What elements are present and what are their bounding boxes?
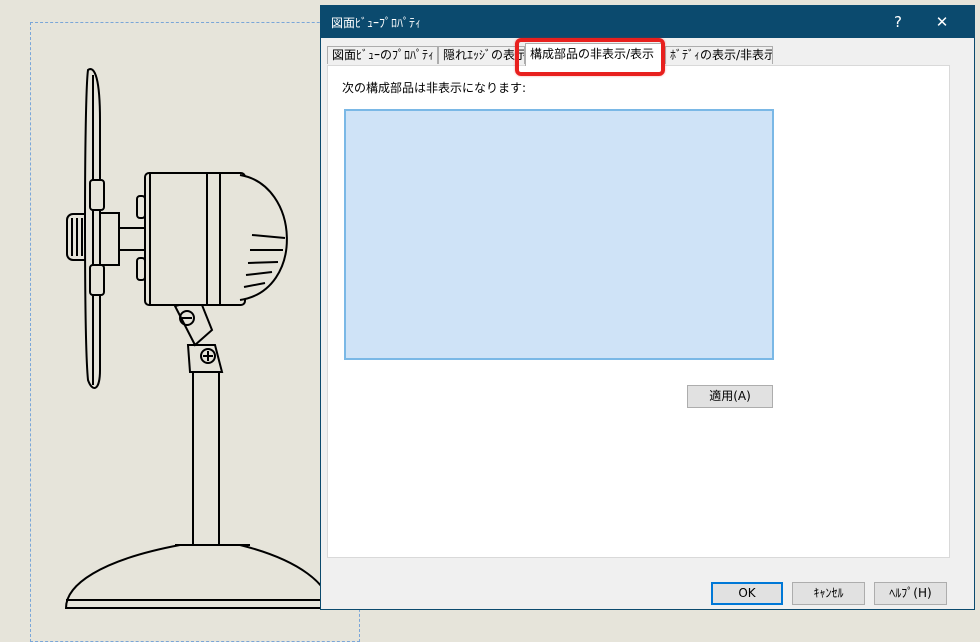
close-button[interactable]: ✕ bbox=[927, 10, 957, 34]
help-question-button[interactable]: ? bbox=[883, 10, 913, 34]
hidden-components-list[interactable] bbox=[344, 109, 774, 360]
tab-panel: 次の構成部品は非表示になります: 適用(A) bbox=[327, 65, 950, 558]
dialog-titlebar[interactable]: 図面ﾋﾞｭｰﾌﾟﾛﾊﾟﾃｨ ? ✕ bbox=[321, 6, 974, 38]
tab-hidden-edges[interactable]: 隠れｴｯｼﾞの表示 bbox=[438, 46, 525, 64]
tab-drawing-view-properties[interactable]: 図面ﾋﾞｭｰのﾌﾟﾛﾊﾟﾃｨ bbox=[327, 46, 438, 64]
apply-button[interactable]: 適用(A) bbox=[687, 385, 773, 408]
ok-button[interactable]: OK bbox=[711, 582, 783, 605]
fan-drawing-view[interactable] bbox=[0, 0, 330, 620]
hidden-components-label: 次の構成部品は非表示になります: bbox=[342, 81, 527, 95]
tab-highlight-annotation bbox=[515, 38, 665, 76]
dialog-title: 図面ﾋﾞｭｰﾌﾟﾛﾊﾟﾃｨ bbox=[331, 16, 422, 30]
cancel-button[interactable]: ｷｬﾝｾﾙ bbox=[792, 582, 865, 605]
tab-show-hide-bodies[interactable]: ﾎﾞﾃﾞｨの表示/非表示 bbox=[665, 46, 773, 64]
help-button[interactable]: ﾍﾙﾌﾟ(H) bbox=[874, 582, 947, 605]
drawing-view-properties-dialog: 図面ﾋﾞｭｰﾌﾟﾛﾊﾟﾃｨ ? ✕ 図面ﾋﾞｭｰのﾌﾟﾛﾊﾟﾃｨ 隠れｴｯｼﾞの… bbox=[320, 5, 975, 610]
